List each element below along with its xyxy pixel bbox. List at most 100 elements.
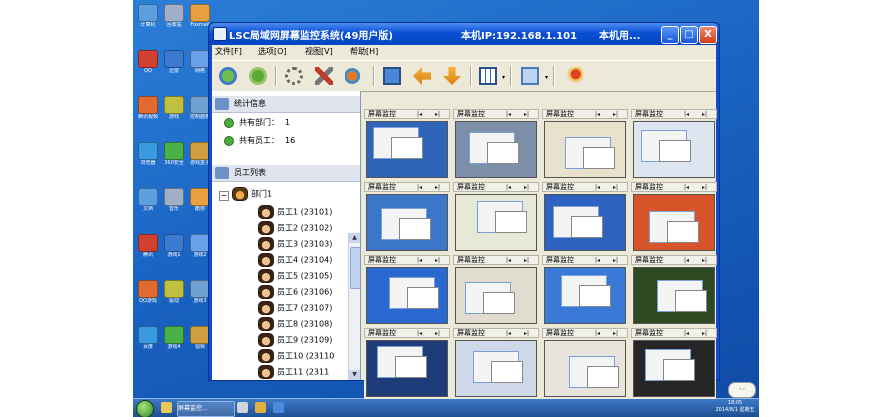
previous-screen-button[interactable]: |◂ xyxy=(684,183,689,192)
next-button[interactable] xyxy=(440,64,464,88)
tree-employee-item[interactable]: 员工6 (23106) xyxy=(258,285,332,300)
desktop-icon[interactable]: 游戏1 xyxy=(162,234,186,258)
tree-employee-item[interactable]: 员工8 (23108) xyxy=(258,317,332,332)
tree-department[interactable]: 部门1 xyxy=(232,187,272,202)
desktop-icon[interactable]: 腾讯视频 xyxy=(136,96,160,120)
previous-screen-button[interactable]: |◂ xyxy=(595,183,600,192)
previous-screen-button[interactable]: |◂ xyxy=(506,183,511,192)
tree-employee-item[interactable]: 员工9 (23109) xyxy=(258,333,332,348)
screen-thumbnail[interactable] xyxy=(366,340,448,397)
monitor-cell[interactable]: 屏幕监控 |◂ ▸| xyxy=(453,182,539,253)
previous-screen-button[interactable]: |◂ xyxy=(595,110,600,119)
previous-screen-button[interactable]: |◂ xyxy=(506,256,511,265)
next-screen-button[interactable]: ▸| xyxy=(613,183,618,192)
tree-employee-item[interactable]: 员工1 (23101) xyxy=(258,205,332,220)
desktop-icon[interactable]: 文档 xyxy=(136,188,160,212)
grid-layout-dropdown-arrow[interactable]: ▾ xyxy=(502,74,505,81)
desktop-icon[interactable]: 音乐 xyxy=(162,188,186,212)
previous-screen-button[interactable]: |◂ xyxy=(595,329,600,338)
menu-view[interactable]: 视图[V] xyxy=(305,45,333,59)
next-screen-button[interactable]: ▸| xyxy=(435,256,440,265)
monitor-cell[interactable]: 屏幕监控 |◂ ▸| xyxy=(631,255,717,326)
close-button[interactable]: X xyxy=(699,26,717,44)
monitor-cell[interactable]: 屏幕监控 |◂ ▸| xyxy=(453,109,539,180)
screen-thumbnail[interactable] xyxy=(366,121,448,178)
desktop-icon[interactable]: 驱动 xyxy=(162,280,186,304)
next-screen-button[interactable]: ▸| xyxy=(524,329,529,338)
screenshot-dropdown-arrow[interactable]: ▾ xyxy=(545,74,548,81)
monitor-cell[interactable]: 屏幕监控 |◂ ▸| xyxy=(364,109,450,180)
disconnect-button[interactable] xyxy=(246,64,270,88)
desktop-icon[interactable]: 百度 xyxy=(136,326,160,350)
desktop-icon[interactable]: 计算机 xyxy=(136,4,160,28)
previous-screen-button[interactable]: |◂ xyxy=(595,256,600,265)
scroll-down-arrow[interactable]: ▼ xyxy=(349,370,360,380)
monitor-cell[interactable]: 屏幕监控 |◂ ▸| xyxy=(631,328,717,399)
previous-screen-button[interactable]: |◂ xyxy=(417,110,422,119)
maximize-button[interactable]: □ xyxy=(680,26,698,44)
tree-employee-item[interactable]: 员工3 (23103) xyxy=(258,237,332,252)
tree-employee-item[interactable]: 员工4 (23104) xyxy=(258,253,332,268)
screen-thumbnail[interactable] xyxy=(544,121,626,178)
title-bar[interactable]: LSC局域网屏幕监控系统(49用户版) 本机IP:192.168.1.101 本… xyxy=(209,23,719,45)
connect-button[interactable] xyxy=(216,64,240,88)
screen-thumbnail[interactable] xyxy=(633,121,715,178)
next-screen-button[interactable]: ▸| xyxy=(613,329,618,338)
next-screen-button[interactable]: ▸| xyxy=(702,256,707,265)
previous-screen-button[interactable]: |◂ xyxy=(684,110,689,119)
system-clock[interactable]: 18:05 2014/8/1 星期五 xyxy=(715,400,755,414)
monitor-button[interactable] xyxy=(380,64,404,88)
screen-thumbnail[interactable] xyxy=(544,267,626,324)
vertical-scrollbar[interactable]: ▲ ▼ xyxy=(348,233,360,380)
tree-employee-item[interactable]: 员工7 (23107) xyxy=(258,301,332,316)
screen-thumbnail[interactable] xyxy=(544,194,626,251)
desktop-icon[interactable]: QQ xyxy=(136,50,160,74)
monitor-cell[interactable]: 屏幕监控 |◂ ▸| xyxy=(631,182,717,253)
grid-layout-button[interactable] xyxy=(476,64,500,88)
next-screen-button[interactable]: ▸| xyxy=(524,110,529,119)
next-screen-button[interactable]: ▸| xyxy=(524,183,529,192)
previous-screen-button[interactable]: |◂ xyxy=(506,110,511,119)
previous-button[interactable] xyxy=(410,64,434,88)
monitor-cell[interactable]: 屏幕监控 |◂ ▸| xyxy=(542,328,628,399)
next-screen-button[interactable]: ▸| xyxy=(613,256,618,265)
monitor-cell[interactable]: 屏幕监控 |◂ ▸| xyxy=(453,328,539,399)
desktop-icon[interactable]: 游戏 xyxy=(162,96,186,120)
next-screen-button[interactable]: ▸| xyxy=(435,329,440,338)
app-icon[interactable] xyxy=(255,402,266,413)
next-screen-button[interactable]: ▸| xyxy=(524,256,529,265)
tree-collapse-toggle[interactable]: − xyxy=(219,191,229,201)
monitor-cell[interactable]: 屏幕监控 |◂ ▸| xyxy=(542,255,628,326)
desktop-icon[interactable]: 迅雷 xyxy=(162,50,186,74)
tree-employee-item[interactable]: 员工10 (23110 xyxy=(258,349,334,364)
next-screen-button[interactable]: ▸| xyxy=(435,183,440,192)
previous-screen-button[interactable]: |◂ xyxy=(417,329,422,338)
next-screen-button[interactable]: ▸| xyxy=(435,110,440,119)
screenshot-button[interactable] xyxy=(518,64,542,88)
scroll-up-arrow[interactable]: ▲ xyxy=(349,233,360,243)
monitor-cell[interactable]: 屏幕监控 |◂ ▸| xyxy=(542,182,628,253)
send-message-button[interactable] xyxy=(562,64,586,88)
screen-thumbnail[interactable] xyxy=(455,194,537,251)
monitor-cell[interactable]: 屏幕监控 |◂ ▸| xyxy=(453,255,539,326)
previous-screen-button[interactable]: |◂ xyxy=(417,183,422,192)
next-screen-button[interactable]: ▸| xyxy=(702,329,707,338)
start-button[interactable] xyxy=(136,400,154,417)
previous-screen-button[interactable]: |◂ xyxy=(506,329,511,338)
monitor-cell[interactable]: 屏幕监控 |◂ ▸| xyxy=(542,109,628,180)
desktop-icon[interactable]: 浏览器 xyxy=(136,142,160,166)
desktop-icon[interactable]: QQ游戏 xyxy=(136,280,160,304)
next-screen-button[interactable]: ▸| xyxy=(702,183,707,192)
desktop-icon[interactable]: 腾讯 xyxy=(136,234,160,258)
previous-screen-button[interactable]: |◂ xyxy=(684,256,689,265)
broadcast-button[interactable] xyxy=(342,64,366,88)
taskbar-item-monitor[interactable]: 屏幕监控... xyxy=(177,401,235,417)
minimize-button[interactable]: _ xyxy=(661,26,679,44)
monitor-cell[interactable]: 屏幕监控 |◂ ▸| xyxy=(364,182,450,253)
menu-help[interactable]: 帮助[H] xyxy=(350,45,378,59)
next-screen-button[interactable]: ▸| xyxy=(702,110,707,119)
tray-notification-balloon[interactable]: ◦◦ xyxy=(728,382,756,398)
screen-thumbnail[interactable] xyxy=(633,267,715,324)
monitor-cell[interactable]: 屏幕监控 |◂ ▸| xyxy=(364,255,450,326)
folder-icon[interactable] xyxy=(237,402,248,413)
